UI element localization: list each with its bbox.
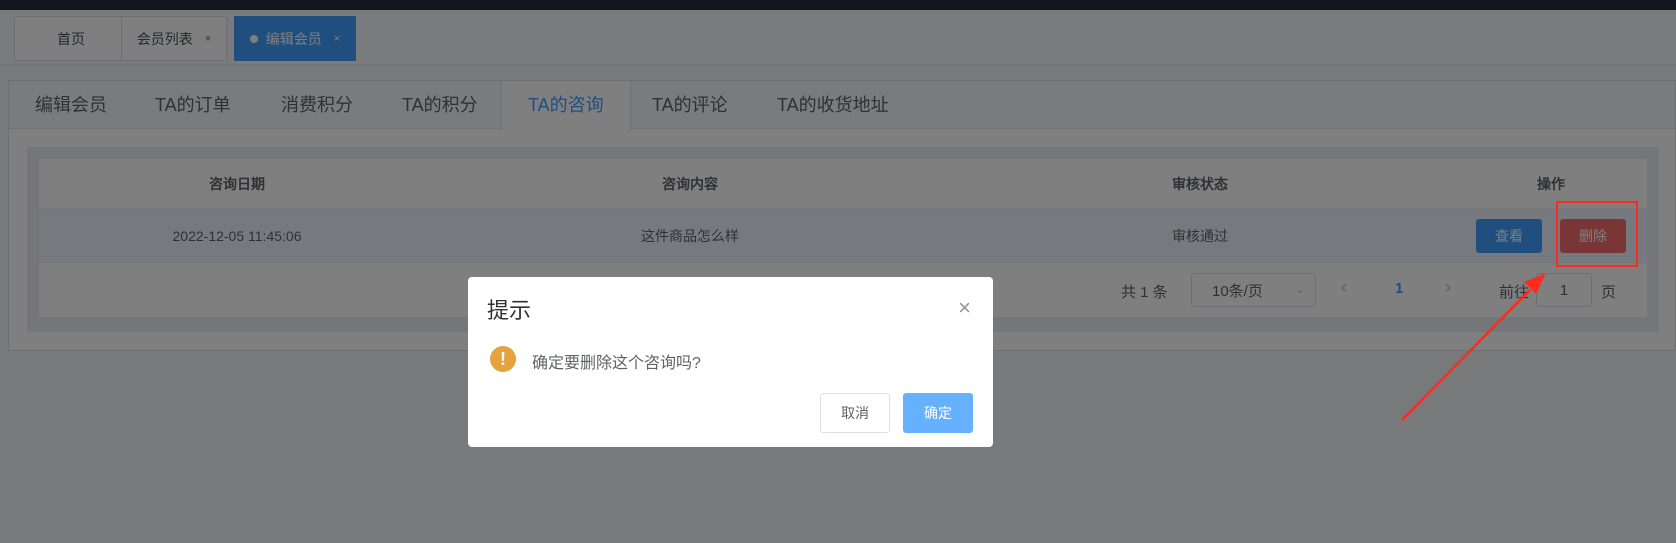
annotation-arrow-icon [1401, 273, 1546, 421]
confirm-button[interactable]: 确定 [903, 393, 973, 433]
warning-icon: ! [490, 346, 516, 372]
close-icon[interactable]: × [958, 297, 971, 319]
dialog-message: 确定要删除这个咨询吗? [532, 355, 701, 372]
cancel-button[interactable]: 取消 [820, 393, 890, 433]
dialog-title: 提示 [487, 298, 532, 323]
confirm-dialog: 提示 × ! 确定要删除这个咨询吗? 取消 确定 [468, 277, 993, 447]
